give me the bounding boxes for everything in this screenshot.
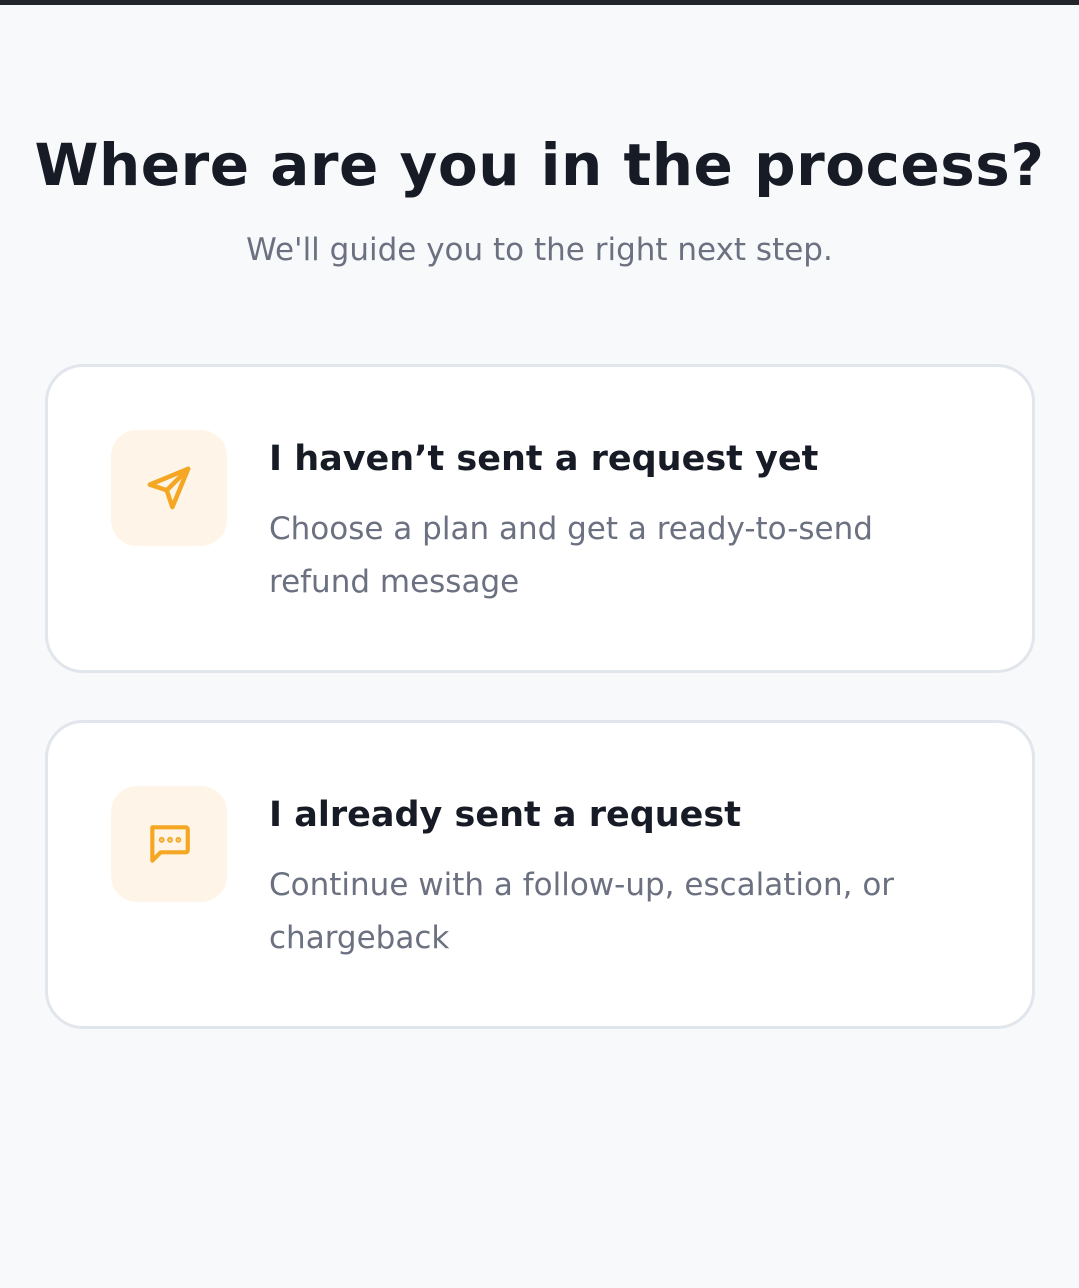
option-title: I already sent a request [269,795,741,835]
option-not-sent-card[interactable]: I haven’t sent a request yet Choose a pl… [45,364,1035,673]
send-icon-container [111,430,227,546]
option-description: Choose a plan and get a ready-to-send re… [269,511,873,600]
message-icon-container [111,786,227,902]
message-dots-icon [150,825,190,863]
send-icon [147,466,191,510]
process-selection-page: Where are you in the process? We'll guid… [0,5,1079,1288]
page-subtitle: We'll guide you to the right next step. [246,232,833,268]
option-title: I haven’t sent a request yet [269,439,819,479]
option-description: Continue with a follow-up, escalation, o… [269,867,895,956]
option-already-sent-card[interactable]: I already sent a request Continue with a… [45,720,1035,1029]
page-title: Where are you in the process? [34,131,1045,199]
